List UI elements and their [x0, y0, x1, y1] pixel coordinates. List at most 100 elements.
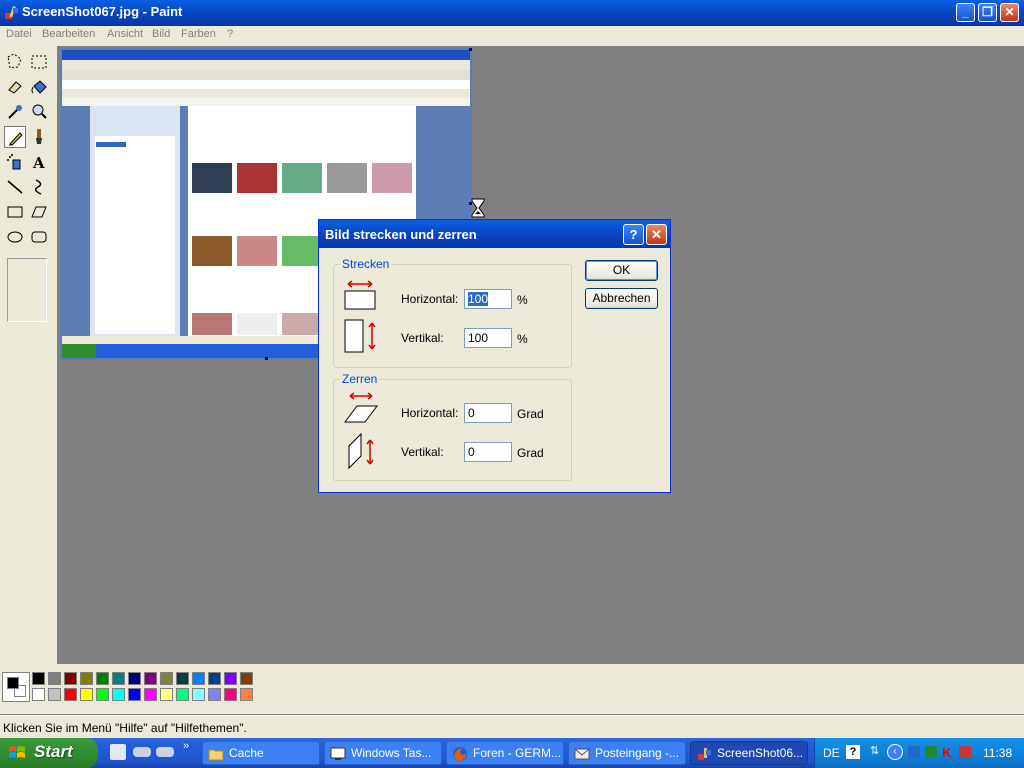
palette-color-swatch[interactable] [208, 672, 221, 685]
text-icon: A [32, 154, 45, 172]
palette-color-swatch[interactable] [160, 672, 173, 685]
palette-color-swatch[interactable] [96, 688, 109, 701]
close-icon: ✕ [651, 227, 662, 242]
stretch-legend: Strecken [340, 257, 392, 271]
restore-icon: ❐ [982, 5, 993, 19]
quicklaunch-media-icon[interactable] [133, 747, 151, 757]
palette-color-swatch[interactable] [80, 688, 93, 701]
skew-horizontal-input[interactable]: 0 [464, 403, 512, 423]
firefox-icon [453, 747, 467, 761]
task-cache[interactable]: Cache [202, 741, 320, 765]
title-bar[interactable]: ScreenShot067.jpg - Paint _ ❐ ✕ [0, 0, 1024, 26]
quicklaunch-extra-icon[interactable] [156, 747, 174, 757]
task-screenshot-paint[interactable]: ScreenShot06... [690, 741, 808, 765]
cancel-button[interactable]: Abbrechen [585, 288, 658, 309]
palette-color-swatch[interactable] [224, 672, 237, 685]
ok-button[interactable]: OK [585, 260, 658, 281]
palette-color-swatch[interactable] [32, 688, 45, 701]
line-tool[interactable] [4, 176, 26, 198]
language-indicator[interactable]: DE [823, 746, 840, 760]
menu-datei[interactable]: Datei [6, 28, 32, 40]
palette-color-swatch[interactable] [64, 688, 77, 701]
quicklaunch-explorer-icon[interactable] [110, 744, 126, 760]
rect-select-tool[interactable] [28, 51, 50, 73]
menu-ansicht[interactable]: Ansicht [107, 28, 143, 40]
palette-color-swatch[interactable] [208, 688, 221, 701]
fill-bucket-icon [31, 80, 47, 94]
palette-color-swatch[interactable] [240, 672, 253, 685]
palette-color-swatch[interactable] [192, 688, 205, 701]
curve-tool[interactable] [28, 176, 50, 198]
rounded-rectangle-tool[interactable] [28, 226, 50, 248]
tray-k-icon[interactable]: K [942, 745, 955, 760]
task-windows-taskmanager[interactable]: Windows Tas... [324, 741, 442, 765]
tool-options-box[interactable] [7, 258, 47, 322]
skew-horizontal-unit: Grad [517, 407, 544, 421]
dialog-close-button[interactable]: ✕ [646, 224, 667, 245]
palette-color-swatch[interactable] [192, 672, 205, 685]
free-form-select-tool[interactable] [4, 51, 26, 73]
brush-tool[interactable] [28, 126, 50, 148]
palette-color-swatch[interactable] [96, 672, 109, 685]
tray-collapse-icon[interactable]: ‹ [887, 744, 903, 760]
palette-color-swatch[interactable] [80, 672, 93, 685]
palette-color-swatch[interactable] [240, 688, 253, 701]
polygon-tool[interactable] [28, 201, 50, 223]
airbrush-tool[interactable] [4, 151, 26, 173]
menu-farben[interactable]: Farben [181, 28, 216, 40]
palette-color-swatch[interactable] [144, 688, 157, 701]
palette-color-swatch[interactable] [112, 688, 125, 701]
tray-green-icon[interactable] [925, 746, 937, 758]
tray-red-icon[interactable] [959, 746, 971, 758]
tray-app-icon[interactable] [908, 746, 920, 758]
palette-color-swatch[interactable] [48, 672, 61, 685]
rectangle-tool[interactable] [4, 201, 26, 223]
stretch-skew-dialog: Bild strecken und zerren ? ✕ Strecken Ho… [318, 219, 671, 493]
color-picker-tool[interactable] [4, 101, 26, 123]
menu-help[interactable]: ? [227, 28, 233, 40]
clock[interactable]: 11:38 [983, 746, 1012, 760]
palette-color-swatch[interactable] [64, 672, 77, 685]
curve-icon [34, 179, 42, 195]
palette-color-swatch[interactable] [176, 688, 189, 701]
ellipse-tool[interactable] [4, 226, 26, 248]
tray-network-icon[interactable]: ⇅ [870, 744, 879, 757]
task-posteingang[interactable]: Posteingang -... [568, 741, 686, 765]
polygon-icon [31, 206, 47, 218]
task-foren[interactable]: Foren - GERM... [446, 741, 564, 765]
palette-color-swatch[interactable] [160, 688, 173, 701]
palette-color-swatch[interactable] [32, 672, 45, 685]
stretch-vertical-icon [344, 319, 376, 353]
palette-color-swatch[interactable] [144, 672, 157, 685]
skew-vertical-label: Vertikal: [401, 445, 444, 459]
resize-handle-corner-top-right[interactable] [469, 48, 472, 51]
stretch-vertical-input[interactable]: 100 [464, 328, 512, 348]
resize-handle-bottom[interactable] [265, 357, 268, 360]
dialog-title-bar[interactable]: Bild strecken und zerren ? ✕ [319, 220, 670, 248]
palette-color-swatch[interactable] [176, 672, 189, 685]
pencil-tool[interactable] [4, 126, 26, 148]
language-help-icon[interactable]: ? [846, 745, 860, 759]
close-button[interactable]: ✕ [1000, 3, 1019, 22]
menu-bearbeiten[interactable]: Bearbeiten [42, 28, 95, 40]
text-tool[interactable]: A [28, 151, 50, 173]
minimize-button[interactable]: _ [956, 3, 975, 22]
rectangle-icon [7, 206, 23, 218]
start-button[interactable]: Start [0, 738, 98, 768]
skew-legend: Zerren [340, 372, 380, 386]
palette-color-swatch[interactable] [128, 672, 141, 685]
palette-color-swatch[interactable] [224, 688, 237, 701]
help-button[interactable]: ? [623, 224, 644, 245]
foreground-color[interactable] [7, 677, 19, 689]
palette-color-swatch[interactable] [128, 688, 141, 701]
quicklaunch-expand-icon[interactable]: » [183, 740, 189, 752]
restore-button[interactable]: ❐ [978, 3, 997, 22]
menu-bild[interactable]: Bild [152, 28, 170, 40]
stretch-horizontal-input[interactable]: 100 [464, 289, 512, 309]
eraser-tool[interactable] [4, 76, 26, 98]
palette-color-swatch[interactable] [48, 688, 61, 701]
magnifier-tool[interactable] [28, 101, 50, 123]
palette-color-swatch[interactable] [112, 672, 125, 685]
fill-tool[interactable] [28, 76, 50, 98]
skew-vertical-input[interactable]: 0 [464, 442, 512, 462]
